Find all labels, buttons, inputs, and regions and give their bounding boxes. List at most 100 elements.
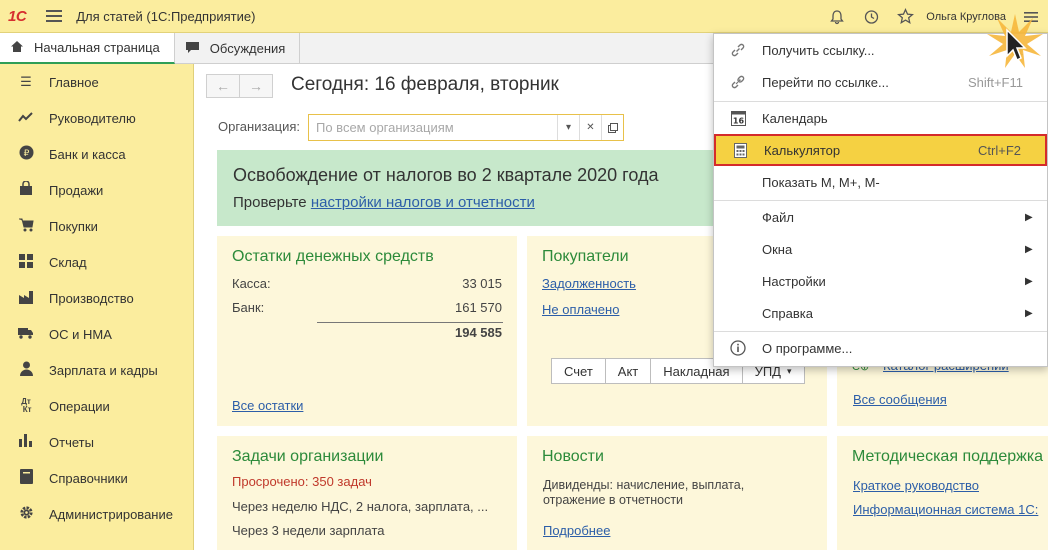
link-icon [714, 42, 762, 58]
sidebar-item-reports[interactable]: Отчеты [0, 424, 193, 460]
sidebar-item-label: Зарплата и кадры [49, 362, 158, 378]
menu-item-about[interactable]: О программе... [714, 332, 1047, 364]
history-icon[interactable] [854, 0, 888, 33]
book-icon [16, 469, 36, 487]
act-button[interactable]: Акт [604, 358, 652, 384]
news-text: Дивиденды: начисление, выплата, [543, 478, 745, 492]
sidebar-item-purchases[interactable]: Покупки [0, 208, 193, 244]
home-icon [10, 40, 24, 56]
menu-shortcut: Ctrl+F2 [978, 142, 1021, 158]
sidebar-item-label: ОС и НМА [49, 326, 112, 342]
sidebar-item-sales[interactable]: Продажи [0, 172, 193, 208]
clear-icon[interactable]: ✕ [579, 115, 601, 140]
menu-item-label: Перейти по ссылке... [762, 74, 889, 90]
org-input[interactable]: По всем организациям [309, 115, 557, 140]
sidebar-item-warehouse[interactable]: Склад [0, 244, 193, 280]
open-icon[interactable] [601, 115, 623, 140]
bar-chart-icon [16, 434, 36, 450]
app-logo: 1С [8, 7, 27, 25]
chevron-right-icon: ▶ [1025, 275, 1033, 287]
menu-item-windows[interactable]: Окна ▶ [714, 233, 1047, 265]
all-messages-link[interactable]: Все сообщения [853, 392, 947, 407]
menu-item-label: Файл [762, 209, 794, 225]
sidebar-item-references[interactable]: Справочники [0, 460, 193, 496]
sidebar-item-label: Производство [49, 290, 134, 306]
grid-icon [16, 253, 36, 271]
sidebar-item-main[interactable]: ☰ Главное [0, 64, 193, 100]
sidebar-item-production[interactable]: Производство [0, 280, 193, 316]
tab-label: Обсуждения [209, 41, 286, 56]
invoice-button[interactable]: Счет [551, 358, 606, 384]
svg-text:16: 16 [732, 117, 744, 126]
menu-item-file[interactable]: Файл ▶ [714, 201, 1047, 233]
org-field[interactable]: По всем организациям ▾ ✕ [308, 114, 624, 141]
truck-icon [16, 326, 36, 342]
sidebar-item-label: Операции [49, 398, 110, 414]
chevron-right-icon: ▶ [1025, 307, 1033, 319]
banner-title: Освобождение от налогов во 2 квартале 20… [233, 165, 659, 185]
menu-item-settings[interactable]: Настройки ▶ [714, 265, 1047, 297]
banner-subtitle: Проверьте настройки налогов и отчетности [233, 194, 535, 211]
calculator-icon [716, 142, 764, 158]
tab-discussions[interactable]: Обсуждения [175, 33, 301, 64]
support-panel: Методическая поддержка Краткое руководст… [837, 436, 1048, 550]
bell-icon[interactable] [820, 0, 854, 33]
sidebar-item-label: Руководителю [49, 110, 136, 126]
menu-item-calculator[interactable]: Калькулятор Ctrl+F2 [714, 134, 1047, 166]
tasks-panel: Задачи организации Просрочено: 350 задач… [217, 436, 517, 550]
debt-link[interactable]: Задолженность [542, 276, 636, 291]
main-menu-icon[interactable] [46, 10, 63, 22]
chevron-down-icon[interactable]: ▾ [557, 115, 579, 140]
menu-item-label: Показать М, М+, М- [762, 174, 880, 190]
gear-icon [16, 505, 36, 523]
sidebar-item-operations[interactable]: Дт Кт Операции [0, 388, 193, 424]
all-balances-link[interactable]: Все остатки [232, 398, 303, 413]
back-button[interactable]: ← [206, 74, 240, 98]
org-label: Организация: [218, 119, 301, 134]
dt-kt-icon: Дт Кт [20, 397, 32, 414]
tab-home[interactable]: Начальная страница [0, 33, 175, 64]
menu-item-label: Календарь [762, 110, 828, 126]
tax-settings-link[interactable]: настройки налогов и отчетности [311, 194, 535, 211]
menu-icon: ☰ [20, 74, 32, 89]
calendar-icon: 16 [714, 110, 762, 126]
unpaid-link[interactable]: Не оплачено [542, 302, 619, 317]
sidebar-item-salary[interactable]: Зарплата и кадры [0, 352, 193, 388]
menu-item-label: Справка [762, 305, 813, 321]
panel-title: Покупатели [542, 248, 629, 265]
sidebar: ☰ Главное Руководителю ₽ Банк и касса Прод… [0, 64, 194, 550]
sidebar-item-admin[interactable]: Администрирование [0, 496, 193, 532]
bank-label: Банк: [232, 300, 265, 315]
info-system-link[interactable]: Информационная система 1С: [853, 502, 1038, 517]
sidebar-item-assets[interactable]: ОС и НМА [0, 316, 193, 352]
news-panel: Новости Дивиденды: начисление, выплата, … [527, 436, 827, 550]
star-icon[interactable] [888, 0, 922, 33]
quick-guide-link[interactable]: Краткое руководство [853, 478, 979, 493]
chevron-right-icon: ▶ [1025, 243, 1033, 255]
sidebar-item-label: Главное [49, 74, 99, 90]
menu-item-help[interactable]: Справка ▶ [714, 297, 1047, 329]
sidebar-item-bank[interactable]: ₽ Банк и касса [0, 136, 193, 172]
task-line: Через неделю НДС, 2 налога, зарплата, ..… [232, 499, 489, 514]
menu-item-calendar[interactable]: 16 Календарь [714, 102, 1047, 134]
sidebar-item-label: Банк и касса [49, 146, 126, 162]
forward-button[interactable]: → [239, 74, 273, 98]
sidebar-item-label: Администрирование [49, 506, 173, 522]
sidebar-item-label: Покупки [49, 218, 98, 234]
sidebar-item-manager[interactable]: Руководителю [0, 100, 193, 136]
menu-item-show-memory[interactable]: Показать М, М+, М- [714, 166, 1047, 198]
factory-icon [16, 290, 36, 307]
menu-item-label: Настройки [762, 273, 826, 289]
trend-icon [16, 111, 36, 126]
tab-label: Начальная страница [34, 40, 160, 55]
sidebar-item-label: Отчеты [49, 434, 94, 450]
goto-link-icon [714, 74, 762, 90]
task-line: Через 3 недели зарплата [232, 523, 385, 538]
sidebar-item-label: Продажи [49, 182, 104, 198]
panel-title: Новости [542, 448, 604, 465]
info-icon [714, 340, 762, 356]
menu-item-label: Получить ссылку... [762, 42, 875, 58]
divider [317, 322, 503, 323]
overdue-tasks[interactable]: Просрочено: 350 задач [232, 474, 372, 489]
more-link[interactable]: Подробнее [543, 523, 610, 538]
